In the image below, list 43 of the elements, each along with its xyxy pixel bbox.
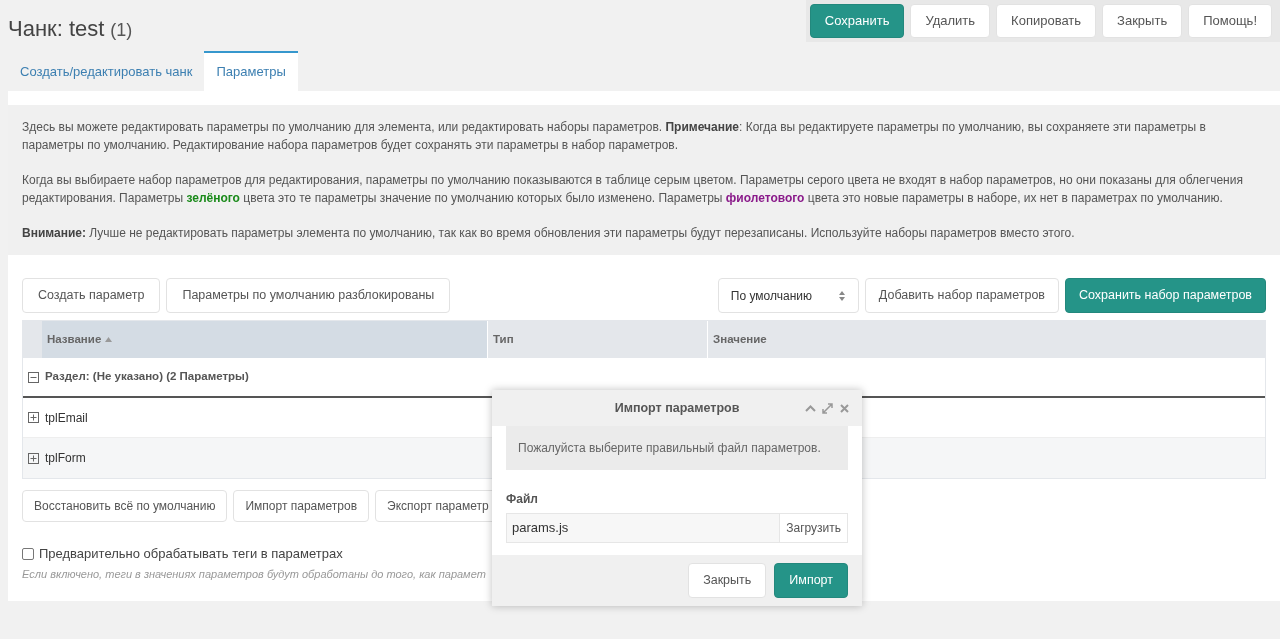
preprocess-hint: Если включено, теги в значениях параметров будут обработаны до того, как парамет [22, 566, 486, 582]
toolbar-button[interactable]: Параметры по умолчанию разблокированы [166, 278, 451, 313]
toolbar-button[interactable]: Создать параметр [22, 278, 161, 313]
dialog-message: Пожалуйста выберите правильный файл параметров. [506, 426, 848, 470]
dialog-button[interactable]: Закрыть [688, 563, 767, 598]
param-name: tplForm [45, 450, 86, 467]
dialog-title: Импорт параметров [614, 399, 740, 417]
action-button[interactable]: Удалить [910, 4, 991, 38]
param-set-select[interactable]: По умолчанию [717, 278, 859, 313]
tab[interactable]: Создать/редактировать чанк [8, 51, 205, 91]
action-button[interactable]: Сохранить [809, 4, 905, 38]
action-button[interactable]: Помощь! [1188, 4, 1272, 38]
help-paragraph: Здесь вы можете редактировать параметры по умолчанию для элемента, или редактировать наборы параметров. Примечание: Когда вы редактируете параметры по умолчанию, вы сохраняете эти параметры в параметры по умолчанию. Редактирование набора параметров будет сохранять эти параметры в набор параметров. [22, 119, 1207, 154]
action-button[interactable]: Копировать [996, 4, 1097, 38]
upload-button[interactable]: Загрузить [780, 513, 848, 543]
action-button[interactable]: Закрыть [1102, 4, 1183, 38]
collapse-icon[interactable] [805, 402, 816, 414]
maximize-icon[interactable] [822, 402, 833, 414]
sort-arrows-icon [837, 289, 846, 302]
help-paragraph: Внимание: Лучше не редактировать параметры элемента по умолчанию, так как во время обновления эти параметры будут перезаписаны. Используйте наборы параметров вместо этого. [22, 225, 1076, 242]
expand-icon[interactable] [28, 412, 39, 423]
file-label: Файл [506, 491, 539, 508]
column-header[interactable]: Значение [707, 321, 1265, 358]
collapse-icon[interactable] [28, 371, 39, 383]
item-count: (1) [110, 19, 133, 42]
tab[interactable]: Параметры [204, 51, 298, 91]
page-title: Чанк: test [8, 15, 105, 43]
group-label: Раздел: (Не указано) (2 Параметры) [45, 369, 249, 385]
dialog-button[interactable]: Импорт [774, 563, 848, 598]
toolbar-button[interactable]: Добавить набор параметров [864, 278, 1059, 313]
help-paragraph: Когда вы выбираете набор параметров для редактирования, параметры по умолчанию показываются в таблице серым цветом. Параметры серого цвета не входят в набор параметров, но они показаны для облегчения редактирования. Параметры зелёного цвета это те параметры значение по умолчанию которых было изменено. Параметры фиолетового цвета это новые параметры в наборе, их нет в параметрах по умолчанию. [22, 172, 1244, 207]
param-name: tplEmail [45, 409, 88, 427]
preprocess-checkbox[interactable] [22, 547, 34, 560]
file-field[interactable]: params.js [506, 513, 781, 543]
bottom-button[interactable]: Импорт параметров [233, 490, 369, 522]
bottom-button[interactable]: Восстановить всё по умолчанию [22, 490, 228, 522]
preprocess-label: Предварительно обрабатывать теги в параметрах [39, 545, 343, 563]
toolbar-button[interactable]: Сохранить набор параметров [1065, 278, 1266, 313]
column-header[interactable]: Тип [487, 321, 707, 358]
expand-icon[interactable] [28, 452, 39, 464]
sort-up-icon [105, 337, 113, 342]
column-header[interactable]: Название [42, 321, 487, 358]
close-icon[interactable] [839, 402, 850, 414]
